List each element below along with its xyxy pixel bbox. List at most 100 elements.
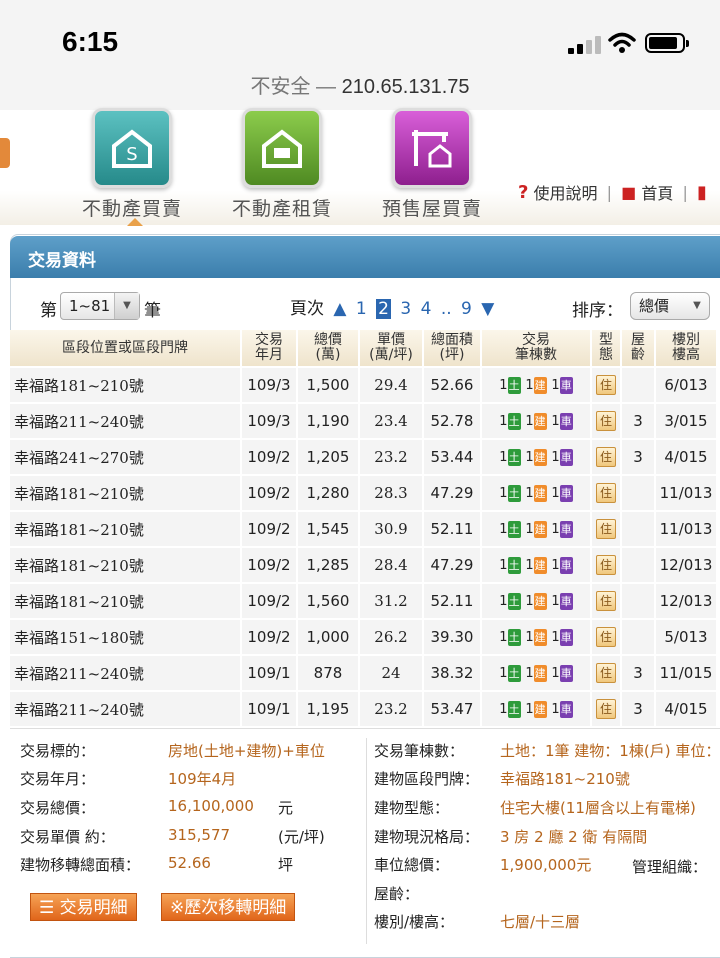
table-row[interactable]: 幸福路151~180號 109/2 1,000 26.2 39.30 1土 1建 1車 住… xyxy=(10,620,718,656)
detail-unit: 坪 xyxy=(278,856,294,874)
residential-type-badge: 住 xyxy=(596,555,616,575)
cell-counts: 1土 1建 1車 xyxy=(482,368,592,404)
table-row[interactable]: 幸福路241~270號 109/2 1,205 23.2 53.44 1土 1建 1車 住… xyxy=(10,440,718,476)
land-badge: 土 xyxy=(507,701,521,718)
parking-badge: 車 xyxy=(559,449,573,466)
cell-total-price: 1,500 xyxy=(298,368,360,404)
range-suffix: 筆 xyxy=(144,301,161,321)
table-row[interactable]: 幸福路181~210號 109/2 1,285 28.4 47.29 1土 1建 1車 住… xyxy=(10,548,718,584)
message-icon[interactable]: ▮ xyxy=(697,182,707,203)
cell-address: 幸福路241~270號 xyxy=(10,440,242,476)
cell-address: 幸福路181~210號 xyxy=(10,548,242,584)
cell-total-price: 1,280 xyxy=(298,476,360,512)
cell-counts: 1土 1建 1車 xyxy=(482,620,592,656)
count-number: 1 xyxy=(551,522,560,537)
column-header-line: 型 xyxy=(599,332,613,348)
cell-unit-price: 23.4 xyxy=(360,404,424,440)
page-label: 頁次 xyxy=(290,299,324,319)
cell-address: 幸福路181~210號 xyxy=(10,584,242,620)
transfer-history-button[interactable]: ※歷次移轉明細 xyxy=(161,893,296,921)
pagination: 頁次 ▲ 1 2 3 4 .. 9 ▼ xyxy=(290,294,498,319)
prev-page-icon[interactable]: ▲ xyxy=(333,299,346,319)
detail-value: 房地(土地+建物)+車位 xyxy=(168,742,325,760)
table-controls: 第 1~81 ▼ 筆 頁次 ▲ 1 2 3 4 .. 9 ▼ 排序： 總價 ▼ xyxy=(10,290,720,324)
cell-type: 住 xyxy=(592,512,622,548)
transaction-detail-button[interactable]: ☰ 交易明細 xyxy=(30,893,137,921)
cell-counts: 1土 1建 1車 xyxy=(482,512,592,548)
cell-counts: 1土 1建 1車 xyxy=(482,656,592,692)
parking-badge: 車 xyxy=(559,413,573,430)
address-bar[interactable]: 不安全 — 210.65.131.75 xyxy=(0,70,720,99)
cell-type: 住 xyxy=(592,440,622,476)
next-page-icon[interactable]: ▼ xyxy=(481,299,494,319)
parking-badge: 車 xyxy=(559,377,573,394)
cell-floor: 6/013 xyxy=(656,368,718,404)
column-header-line: 總價 xyxy=(314,332,342,348)
nav-item-presale[interactable]: 預售屋買賣 xyxy=(362,108,502,221)
cell-counts: 1土 1建 1車 xyxy=(482,440,592,476)
transactions-table: 區段位置或區段門牌 交易 年月 總價 (萬) 單價 (萬/坪) 總面積 (坪) 交易 筆棟數型態屋齡… xyxy=(10,330,718,728)
cell-address: 幸福路211~240號 xyxy=(10,656,242,692)
page-link[interactable]: 9 xyxy=(461,299,472,319)
table-row[interactable]: 幸福路211~240號 109/1 1,195 23.2 53.47 1土 1建 1車 住… xyxy=(10,692,718,728)
help-link[interactable]: 使用說明 xyxy=(534,180,598,204)
cell-unit-price: 29.4 xyxy=(360,368,424,404)
page-current[interactable]: 2 xyxy=(376,299,391,319)
range-select[interactable]: 1~81 ▼ xyxy=(60,292,140,320)
nav-item-rent[interactable]: 不動產租賃 xyxy=(212,108,352,221)
column-header-line: (萬/坪) xyxy=(369,347,413,363)
count-number: 1 xyxy=(551,558,560,573)
table-row[interactable]: 幸福路181~210號 109/2 1,545 30.9 52.11 1土 1建 1車 住… xyxy=(10,512,718,548)
parking-badge: 車 xyxy=(559,593,573,610)
nav-label-presale: 預售屋買賣 xyxy=(381,198,482,220)
page-link[interactable]: 4 xyxy=(421,299,432,319)
cell-area: 47.29 xyxy=(424,476,482,512)
cell-type: 住 xyxy=(592,656,622,692)
column-header: 區段位置或區段門牌 xyxy=(10,330,242,368)
cell-counts: 1土 1建 1車 xyxy=(482,476,592,512)
land-badge: 土 xyxy=(507,377,521,394)
house-rent-icon xyxy=(242,108,322,188)
detail-label: 屋齡： xyxy=(374,885,420,903)
parking-badge: 車 xyxy=(559,665,573,682)
table-row[interactable]: 幸福路181~210號 109/3 1,500 29.4 52.66 1土 1建 1車 住… xyxy=(10,368,718,404)
count-number: 1 xyxy=(551,450,560,465)
detail-label: 交易單價 約： xyxy=(20,828,115,846)
building-badge: 建 xyxy=(533,377,547,394)
table-row[interactable]: 幸福路211~240號 109/1 878 24 38.32 1土 1建 1車 住 3 11/… xyxy=(10,656,718,692)
nav-item-sale[interactable]: S 不動產買賣 xyxy=(62,108,202,221)
cell-address: 幸福路151~180號 xyxy=(10,620,242,656)
cell-area: 52.78 xyxy=(424,404,482,440)
page-link[interactable]: 1 xyxy=(356,299,367,319)
home-link[interactable]: 首頁 xyxy=(641,180,673,204)
page-link[interactable]: 3 xyxy=(400,299,411,319)
table-row[interactable]: 幸福路181~210號 109/2 1,280 28.3 47.29 1土 1建 1車 住… xyxy=(10,476,718,512)
column-header-line: 筆棟數 xyxy=(515,347,557,363)
battery-icon xyxy=(645,33,689,53)
detail-label: 交易年月： xyxy=(20,770,96,788)
table-row[interactable]: 幸福路181~210號 109/2 1,560 31.2 52.11 1土 1建 1車 住… xyxy=(10,584,718,620)
count-number: 1 xyxy=(551,414,560,429)
cell-year-month: 109/3 xyxy=(242,368,298,404)
cell-counts: 1土 1建 1車 xyxy=(482,404,592,440)
residential-type-badge: 住 xyxy=(596,627,616,647)
detail-value: 315,577 xyxy=(168,826,231,844)
table-row[interactable]: 幸福路211~240號 109/3 1,190 23.4 52.78 1土 1建 1車 住… xyxy=(10,404,718,440)
cell-age: 3 xyxy=(622,692,656,728)
detail-divider xyxy=(366,738,367,944)
count-number: 1 xyxy=(499,666,508,681)
sort-label: 排序： xyxy=(572,301,623,321)
count-number: 1 xyxy=(499,378,508,393)
cell-age xyxy=(622,620,656,656)
detail-label: 交易總價： xyxy=(20,799,96,817)
sort-select[interactable]: 總價 ▼ xyxy=(630,292,710,320)
status-time: 6:15 xyxy=(62,26,119,57)
count-number: 1 xyxy=(525,702,534,717)
detail-value: 3 房 2 廳 2 衛 有隔間 xyxy=(500,828,648,846)
nav-label-sale: 不動產買賣 xyxy=(81,198,182,220)
count-number: 1 xyxy=(525,414,534,429)
parking-badge: 車 xyxy=(559,521,573,538)
cellular-signal-icon xyxy=(568,36,601,54)
range-prefix: 第 xyxy=(40,301,57,321)
count-number: 1 xyxy=(525,666,534,681)
